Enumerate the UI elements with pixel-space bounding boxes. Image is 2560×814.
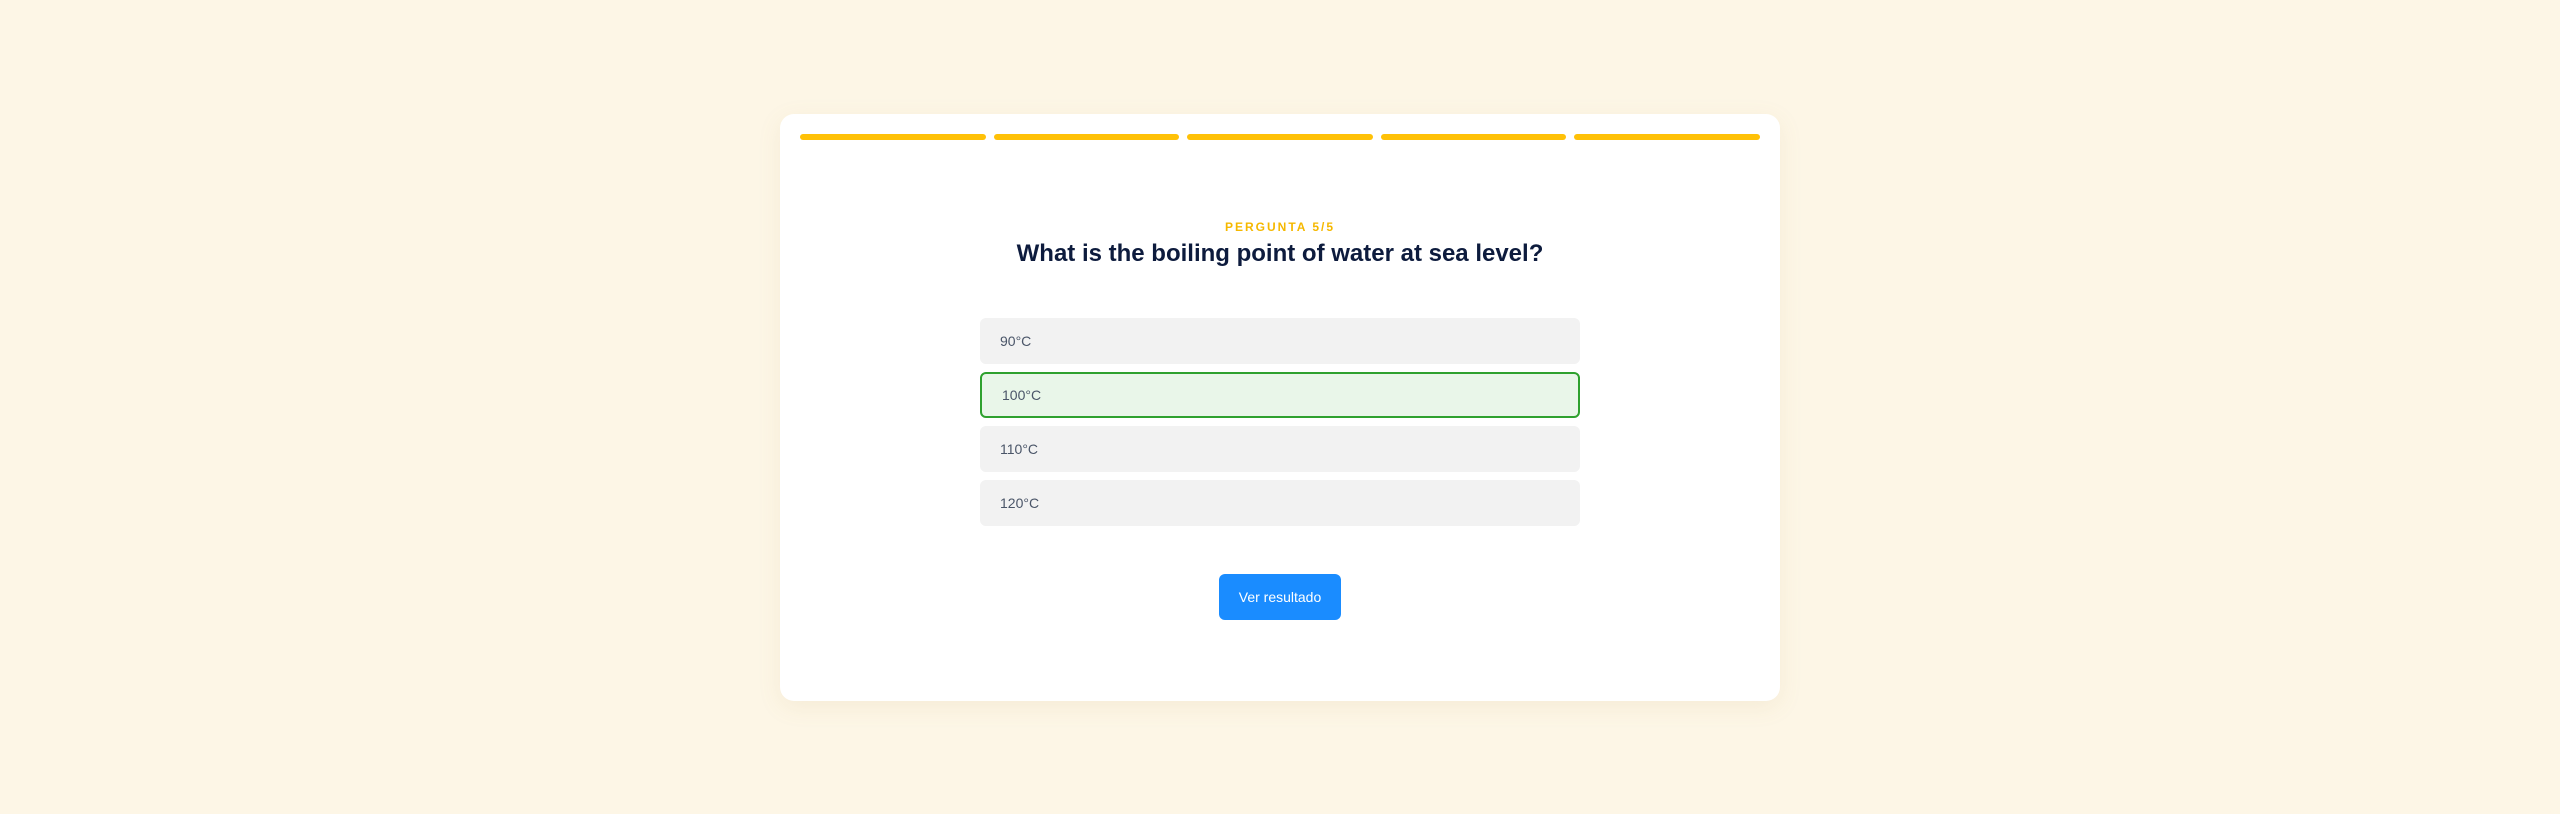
answer-option-3[interactable]: 110°C [980, 426, 1580, 472]
question-text: What is the boiling point of water at se… [1016, 240, 1544, 267]
progress-segment-4 [1380, 134, 1567, 140]
see-result-button[interactable]: Ver resultado [1219, 574, 1341, 620]
progress-bar [800, 134, 1760, 140]
progress-segment-1 [800, 134, 986, 140]
answer-options: 90°C 100°C 110°C 120°C [980, 318, 1580, 526]
progress-segment-5 [1574, 134, 1760, 140]
question-counter: PERGUNTA 5/5 [1224, 220, 1335, 234]
answer-option-1[interactable]: 90°C [980, 318, 1580, 364]
answer-option-2-selected[interactable]: 100°C [980, 372, 1580, 418]
progress-segment-3 [1187, 134, 1373, 140]
answer-option-4[interactable]: 120°C [980, 480, 1580, 526]
progress-segment-2 [993, 134, 1180, 140]
quiz-card: PERGUNTA 5/5 What is the boiling point o… [780, 114, 1780, 701]
